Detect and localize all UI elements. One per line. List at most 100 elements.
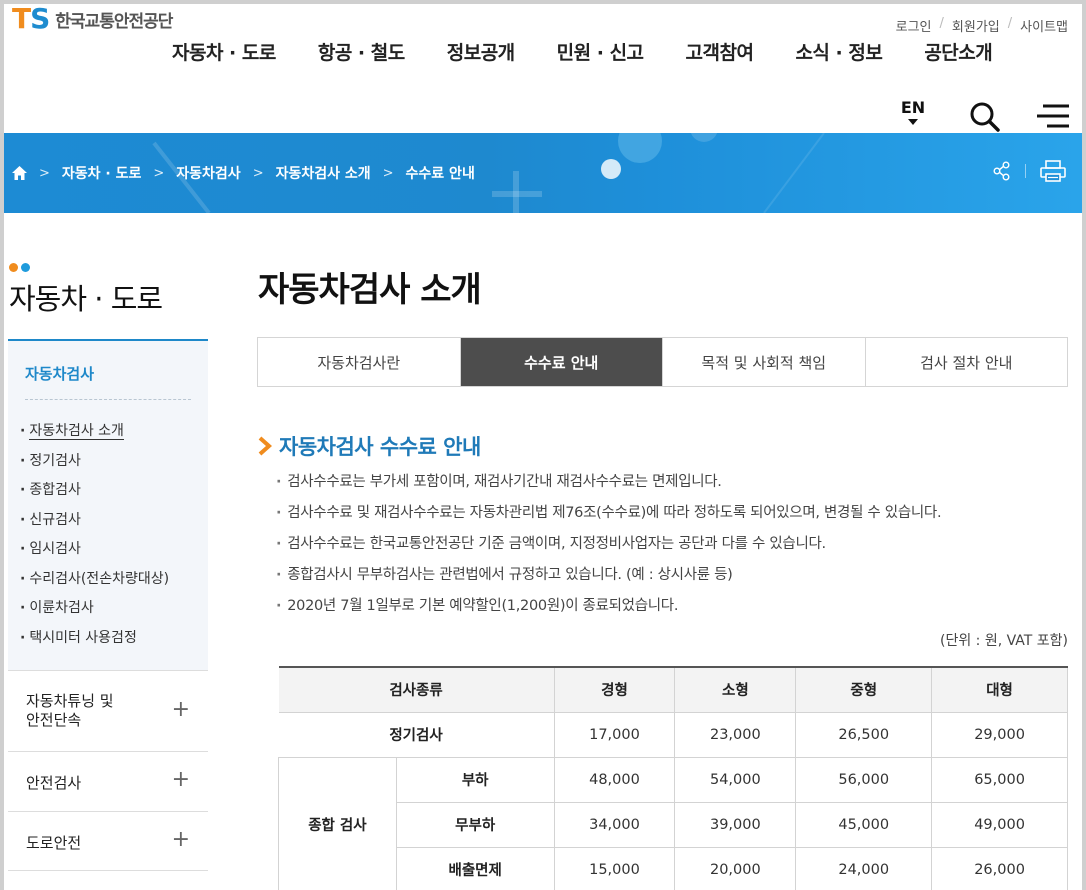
- list-item: 검사수수료는 한국교통안전공단 기준 금액이며, 지정정비사업자는 공단과 다를…: [276, 533, 941, 564]
- plus-icon: +: [171, 767, 190, 792]
- unit-note: (단위 : 원, VAT 포함): [939, 633, 1068, 649]
- sidebar-subitem[interactable]: 수리검사(전손차량대상): [20, 568, 200, 588]
- utility-links: 로그인 / 회원가입 / 사이트맵: [896, 16, 1068, 35]
- sidebar-item-safety[interactable]: 안전검사 +: [8, 751, 208, 811]
- row-header: 부하: [395, 756, 555, 803]
- language-label: EN: [900, 98, 926, 117]
- print-icon[interactable]: [1040, 160, 1066, 182]
- plus-icon: +: [171, 697, 190, 722]
- login-link[interactable]: 로그인: [896, 16, 932, 35]
- sidebar-subitem[interactable]: 자동차검사 소개: [20, 420, 200, 440]
- sidebar-subitem[interactable]: 정기검사: [20, 450, 200, 470]
- page-title: 자동차검사 소개: [258, 270, 482, 310]
- chevron-right-icon: >: [252, 165, 264, 181]
- section-title: 자동차검사 수수료 안내: [258, 431, 481, 461]
- gnb-item-info[interactable]: 정보공개: [447, 38, 515, 65]
- list-item: 검사수수료 및 재검사수수료는 자동차관리법 제76조(수수료)에 따라 정하도…: [276, 502, 941, 533]
- table-cell: 48,000: [553, 756, 676, 803]
- home-icon[interactable]: [12, 166, 27, 180]
- sitemap-link[interactable]: 사이트맵: [1020, 16, 1068, 35]
- table-row: 배출면제 15,000 20,000 24,000 26,000: [279, 846, 1068, 890]
- caret-down-icon: [908, 119, 918, 125]
- sidebar-subitem[interactable]: 이륜차검사: [20, 597, 200, 617]
- chevron-right-icon: >: [382, 165, 394, 181]
- table-cell: 26,500: [795, 711, 933, 758]
- list-item: 종합검사시 무부하검사는 관련법에서 규정하고 있습니다. (예 : 상시사륜 …: [276, 564, 941, 595]
- tab-procedure[interactable]: 검사 절차 안내: [865, 338, 1067, 386]
- row-header: 정기검사: [278, 711, 555, 758]
- breadcrumb: > 자동차 · 도로 > 자동차검사 > 자동차검사 소개 > 수수료 안내: [12, 163, 475, 183]
- tab-fee-info[interactable]: 수수료 안내: [460, 338, 663, 386]
- content-tabs: 자동차검사란 수수료 안내 목적 및 사회적 책임 검사 절차 안내: [257, 337, 1068, 387]
- plus-icon: +: [171, 827, 190, 852]
- divider: /: [1007, 16, 1013, 31]
- sidebar-subitem[interactable]: 신규검사: [20, 509, 200, 529]
- gnb-item-news[interactable]: 소식 · 정보: [795, 38, 882, 65]
- sidebar-subitem[interactable]: 택시미터 사용검정: [20, 627, 200, 647]
- sidebar-item-inspection[interactable]: 자동차검사: [25, 363, 94, 384]
- search-icon[interactable]: [968, 100, 1002, 134]
- divider: [25, 399, 191, 400]
- table-cell: 15,000: [553, 846, 676, 890]
- table-header: 소형: [674, 666, 797, 713]
- table-cell: 29,000: [931, 711, 1068, 758]
- share-icon[interactable]: [993, 161, 1011, 181]
- breadcrumb-item-inspection[interactable]: 자동차검사: [176, 163, 240, 183]
- table-cell: 54,000: [674, 756, 797, 803]
- tab-what-is-inspection[interactable]: 자동차검사란: [258, 338, 461, 386]
- breadcrumb-item-road[interactable]: 자동차 · 도로: [62, 163, 141, 183]
- gnb-item-complaint[interactable]: 민원 · 신고: [557, 38, 644, 65]
- banner-tools: [993, 160, 1066, 182]
- table-header: 경형: [553, 666, 676, 713]
- table-row: 정기검사 17,000 23,000 26,500 29,000: [278, 711, 1068, 758]
- site-logo[interactable]: TS 한국교통안전공단: [12, 2, 173, 35]
- gnb-item-road[interactable]: 자동차 · 도로: [172, 38, 276, 65]
- table-header: 대형: [931, 666, 1068, 713]
- language-select[interactable]: EN: [899, 100, 927, 125]
- sidebar-item-label: 안전검사: [26, 774, 82, 792]
- list-item: 검사수수료는 부가세 포함이며, 재검사기간내 재검사수수료는 면제입니다.: [276, 471, 941, 502]
- sub-visual-banner: > 자동차 · 도로 > 자동차검사 > 자동차검사 소개 > 수수료 안내: [4, 133, 1082, 213]
- divider: /: [939, 16, 944, 31]
- global-nav: 자동차 · 도로 항공 · 철도 정보공개 민원 · 신고 고객참여 소식 · …: [172, 38, 993, 65]
- sidebar-current-section: 자동차검사: [8, 339, 208, 670]
- sidebar-title: 자동차 · 도로: [9, 282, 163, 316]
- table-cell: 34,000: [553, 801, 676, 848]
- table-cell: 17,000: [553, 711, 676, 758]
- breadcrumb-item-fee[interactable]: 수수료 안내: [406, 163, 475, 183]
- gnb-item-about[interactable]: 공단소개: [924, 38, 992, 65]
- sidebar-item-road-safety[interactable]: 도로안전 +: [8, 811, 208, 871]
- table-cell: 56,000: [795, 756, 933, 803]
- tab-purpose[interactable]: 목적 및 사회적 책임: [663, 338, 866, 386]
- table-cell: 45,000: [795, 801, 933, 848]
- gnb-item-air-rail[interactable]: 항공 · 철도: [318, 38, 405, 65]
- row-group-header: 종합 검사: [278, 756, 397, 890]
- table-cell: 65,000: [931, 756, 1068, 803]
- table-row: 무부하 34,000 39,000 45,000 49,000: [279, 801, 1068, 848]
- sidebar-dots: [9, 263, 33, 272]
- sidebar-subitem[interactable]: 임시검사: [20, 538, 200, 558]
- list-item: 2020년 7월 1일부로 기본 예약할인(1,200원)이 종료되었습니다.: [276, 595, 941, 626]
- table-cell: 49,000: [931, 801, 1068, 848]
- table-cell: 20,000: [674, 846, 797, 890]
- sidebar-item-label: 자동차튜닝 및 안전단속: [26, 692, 114, 729]
- table-cell: 24,000: [795, 846, 933, 890]
- logo-text: 한국교통안전공단: [55, 11, 173, 32]
- sidebar-item-label: 도로안전: [26, 834, 82, 852]
- sidebar-item-tuning[interactable]: 자동차튜닝 및 안전단속 +: [8, 670, 208, 751]
- gnb-item-participation[interactable]: 고객참여: [686, 38, 754, 65]
- signup-link[interactable]: 회원가입: [952, 16, 1000, 35]
- chevron-right-icon: >: [153, 165, 165, 181]
- logo-mark: TS: [12, 2, 50, 35]
- fee-notes: 검사수수료는 부가세 포함이며, 재검사기간내 재검사수수료는 면제입니다. 검…: [276, 471, 941, 626]
- divider: [1025, 164, 1026, 178]
- sidebar-subitem[interactable]: 종합검사: [20, 479, 200, 499]
- fee-table: 검사종류 경형 소형 중형 대형 정기검사 17,000 23,000 26,5…: [278, 666, 1068, 890]
- row-header: 무부하: [395, 801, 555, 848]
- hamburger-menu-icon[interactable]: [1035, 102, 1071, 130]
- table-cell: 23,000: [674, 711, 797, 758]
- chevron-right-icon: [258, 436, 272, 456]
- table-header: 중형: [795, 666, 933, 713]
- breadcrumb-item-intro[interactable]: 자동차검사 소개: [276, 163, 371, 183]
- table-cell: 26,000: [931, 846, 1068, 890]
